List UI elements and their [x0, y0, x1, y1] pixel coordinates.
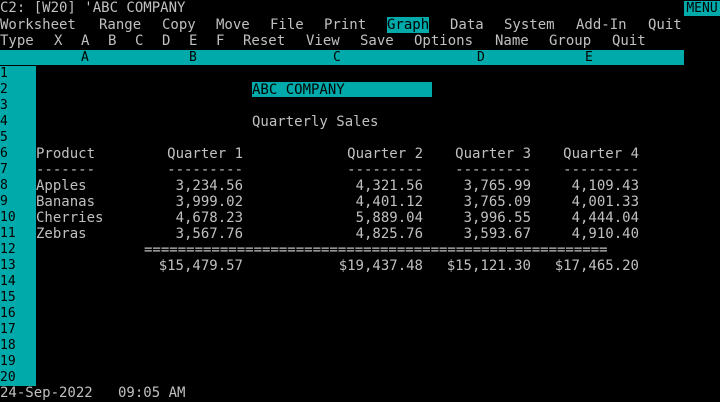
cell-b10-value[interactable]: 4,678.23: [144, 210, 243, 226]
row-header-20[interactable]: 20: [0, 370, 16, 386]
cell-b13-total[interactable]: $15,479.57: [144, 258, 243, 274]
cell-e10-value[interactable]: 4,444.04: [540, 210, 639, 226]
cell-c10-value[interactable]: 5,889.04: [288, 210, 423, 226]
submenu-item-name[interactable]: Name: [495, 33, 529, 49]
column-header-e[interactable]: E: [585, 50, 593, 65]
menu-item-print[interactable]: Print: [324, 17, 366, 33]
cell-a10-product[interactable]: Cherries: [36, 210, 103, 226]
row-header-15[interactable]: 15: [0, 290, 16, 306]
cell-e7-dashes[interactable]: ---------: [540, 162, 639, 178]
cell-a11-product[interactable]: Zebras: [36, 226, 87, 242]
row-header-14[interactable]: 14: [0, 274, 16, 290]
cell-d6-header-q3[interactable]: Quarter 3: [432, 146, 531, 162]
row-header-4[interactable]: 4: [0, 114, 8, 130]
row-header-17[interactable]: 17: [0, 322, 16, 338]
cell-a8-product[interactable]: Apples: [36, 178, 87, 194]
column-header-a[interactable]: A: [81, 50, 89, 65]
menu-item-range[interactable]: Range: [99, 17, 141, 33]
submenu-item-options[interactable]: Options: [414, 33, 473, 49]
row-header-3[interactable]: 3: [0, 98, 8, 114]
row-header-19[interactable]: 19: [0, 354, 16, 370]
row-header-7[interactable]: 7: [0, 162, 8, 178]
row-header-bar: 1 2 3 4 5 6 7 8 9 10 11 12 13 14 15 16 1…: [0, 66, 36, 386]
submenu-item-save[interactable]: Save: [360, 33, 394, 49]
row-header-1[interactable]: 1: [0, 66, 8, 82]
cell-b6-header-q1[interactable]: Quarter 1: [144, 146, 243, 162]
menu-item-worksheet[interactable]: Worksheet: [0, 17, 76, 33]
menu-item-add-in[interactable]: Add-In: [576, 17, 627, 33]
cell-b8-value[interactable]: 3,234.56: [144, 178, 243, 194]
column-header-c[interactable]: C: [333, 50, 341, 65]
submenu-item-view[interactable]: View: [306, 33, 340, 49]
menu-item-data[interactable]: Data: [450, 17, 484, 33]
row-header-10[interactable]: 10: [0, 210, 16, 226]
cell-d11-value[interactable]: 3,593.67: [432, 226, 531, 242]
cell-e6-header-q4[interactable]: Quarter 4: [540, 146, 639, 162]
cell-e9-value[interactable]: 4,001.33: [540, 194, 639, 210]
menu-item-graph[interactable]: Graph: [387, 17, 430, 33]
menu-item-file[interactable]: File: [270, 17, 304, 33]
cell-status-line: C2: [W20] 'ABC COMPANY: [0, 0, 186, 16]
submenu-item-quit[interactable]: Quit: [612, 33, 646, 49]
row-header-11[interactable]: 11: [0, 226, 16, 242]
sub-menu: Type X A B C D E F Reset View Save Optio…: [0, 33, 720, 49]
row-header-13[interactable]: 13: [0, 258, 16, 274]
cell-c11-value[interactable]: 4,825.76: [288, 226, 423, 242]
row-header-9[interactable]: 9: [0, 194, 8, 210]
column-header-bar: A B C D E: [0, 50, 684, 65]
cell-c7-dashes[interactable]: ---------: [288, 162, 423, 178]
row-header-18[interactable]: 18: [0, 338, 16, 354]
submenu-item-d[interactable]: D: [162, 33, 170, 49]
submenu-item-reset[interactable]: Reset: [243, 33, 285, 49]
cell-b12-separator[interactable]: ========================================…: [144, 242, 608, 258]
cell-d7-dashes[interactable]: ---------: [432, 162, 531, 178]
row-header-6[interactable]: 6: [0, 146, 8, 162]
menu-item-move[interactable]: Move: [216, 17, 250, 33]
cell-d9-value[interactable]: 3,765.09: [432, 194, 531, 210]
row-header-12[interactable]: 12: [0, 242, 16, 258]
main-menu: Worksheet Range Copy Move File Print Gra…: [0, 17, 720, 33]
date-time-indicator: 24-Sep-2022 09:05 AM: [0, 385, 186, 401]
submenu-item-f[interactable]: F: [216, 33, 224, 49]
row-header-5[interactable]: 5: [0, 130, 8, 146]
cell-b9-value[interactable]: 3,999.02: [144, 194, 243, 210]
cell-a7-dashes[interactable]: -------: [36, 162, 95, 178]
submenu-item-x[interactable]: X: [54, 33, 62, 49]
submenu-item-e[interactable]: E: [189, 33, 197, 49]
row-header-2[interactable]: 2: [0, 82, 8, 98]
cell-c9-value[interactable]: 4,401.12: [288, 194, 423, 210]
cell-e13-total[interactable]: $17,465.20: [540, 258, 639, 274]
menu-item-system[interactable]: System: [504, 17, 555, 33]
submenu-item-c[interactable]: C: [135, 33, 143, 49]
column-header-b[interactable]: B: [189, 50, 197, 65]
cell-d8-value[interactable]: 3,765.99: [432, 178, 531, 194]
submenu-item-type[interactable]: Type: [0, 33, 34, 49]
cell-b7-dashes[interactable]: ---------: [144, 162, 243, 178]
cell-e8-value[interactable]: 4,109.43: [540, 178, 639, 194]
menu-item-copy[interactable]: Copy: [162, 17, 196, 33]
column-header-d[interactable]: D: [477, 50, 485, 65]
cell-c6-header-q2[interactable]: Quarter 2: [288, 146, 423, 162]
cell-b11-value[interactable]: 3,567.76: [144, 226, 243, 242]
cell-c4-subtitle[interactable]: Quarterly Sales: [252, 114, 378, 130]
mode-indicator: MENU: [684, 1, 720, 16]
cell-c2-company[interactable]: ABC COMPANY: [252, 82, 345, 98]
submenu-item-b[interactable]: B: [108, 33, 116, 49]
submenu-item-group[interactable]: Group: [549, 33, 591, 49]
cell-c8-value[interactable]: 4,321.56: [288, 178, 423, 194]
cell-e11-value[interactable]: 4,910.40: [540, 226, 639, 242]
row-header-16[interactable]: 16: [0, 306, 16, 322]
cell-d10-value[interactable]: 3,996.55: [432, 210, 531, 226]
menu-item-quit[interactable]: Quit: [648, 17, 682, 33]
row-header-8[interactable]: 8: [0, 178, 8, 194]
cell-c13-total[interactable]: $19,437.48: [288, 258, 423, 274]
cell-a9-product[interactable]: Bananas: [36, 194, 95, 210]
cell-a6-header-product[interactable]: Product: [36, 146, 95, 162]
cell-d13-total[interactable]: $15,121.30: [432, 258, 531, 274]
submenu-item-a[interactable]: A: [81, 33, 89, 49]
